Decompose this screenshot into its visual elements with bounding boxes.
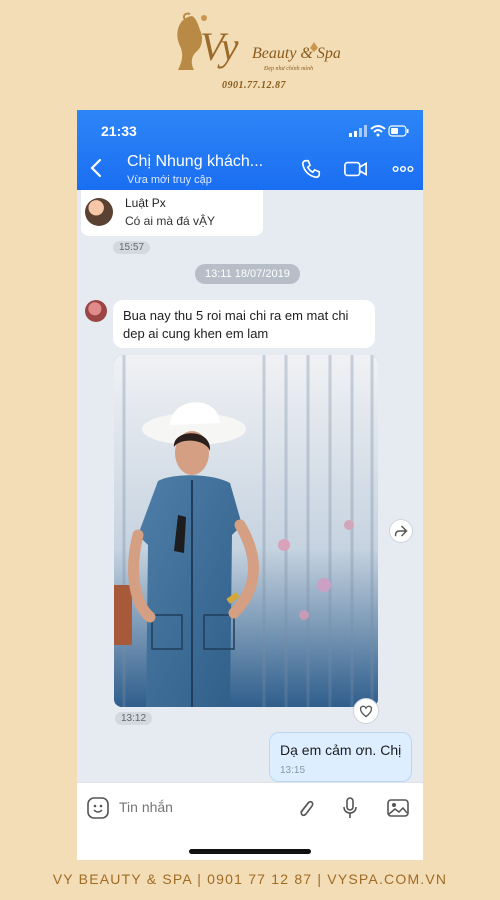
phone-icon[interactable]	[299, 158, 323, 180]
avatar	[85, 198, 113, 226]
message-time: 15:57	[113, 241, 151, 254]
heart-icon[interactable]	[353, 698, 379, 724]
shared-photo[interactable]	[114, 355, 378, 707]
logo-initials: Vy	[200, 24, 239, 69]
chat-screenshot: 21:33 Chị Nhung khách... Vừa mới truy cậ…	[77, 110, 423, 860]
logo-tagline: Đẹp như chính mình	[263, 66, 313, 72]
chat-header: 21:33 Chị Nhung khách... Vừa mới truy cậ…	[77, 110, 423, 190]
outgoing-text: Dạ em cảm ơn. Chị	[280, 742, 402, 758]
status-icons	[349, 125, 409, 137]
message-input[interactable]	[119, 799, 269, 815]
avatar[interactable]	[85, 300, 107, 322]
footer-contact: VY BEAUTY & SPA | 0901 77 12 87 | VYSPA.…	[52, 871, 448, 887]
chat-subtitle: Vừa mới truy cập	[127, 174, 212, 186]
more-icon[interactable]	[391, 158, 415, 180]
forward-icon[interactable]	[389, 519, 413, 543]
incoming-message[interactable]: Bua nay thu 5 roi mai chi ra em mat chi …	[113, 300, 375, 348]
quoted-message[interactable]: Luật Px Có ai mà đá vẬY	[81, 190, 263, 236]
logo-name: Beauty & Spa	[252, 45, 340, 62]
back-icon[interactable]	[85, 156, 109, 180]
brand-phone: 0901.77.12.87	[222, 80, 286, 91]
emoji-icon[interactable]	[85, 795, 111, 821]
microphone-icon[interactable]	[337, 795, 363, 821]
photo-time: 13:12	[115, 712, 153, 725]
quoted-sender-name: Luật Px	[125, 196, 166, 210]
message-input-bar	[77, 782, 423, 860]
video-icon[interactable]	[344, 158, 368, 180]
paperclip-icon[interactable]	[293, 795, 319, 821]
brand-logo: Vy Beauty & Spa Đẹp như chính mình 0901.…	[160, 8, 341, 98]
home-indicator	[189, 849, 311, 854]
outgoing-message[interactable]: Dạ em cảm ơn. Chị 13:15	[269, 732, 412, 782]
chat-title[interactable]: Chị Nhung khách...	[127, 153, 263, 171]
image-icon[interactable]	[385, 795, 411, 821]
date-divider: 13:11 18/07/2019	[195, 264, 300, 284]
photo-image	[114, 355, 378, 707]
brand-logo-graphic: Vy Beauty & Spa Đẹp như chính mình	[177, 12, 341, 72]
quoted-text: Có ai mà đá vẬY	[125, 214, 216, 228]
status-time: 21:33	[101, 123, 137, 139]
outgoing-time: 13:15	[280, 765, 306, 776]
